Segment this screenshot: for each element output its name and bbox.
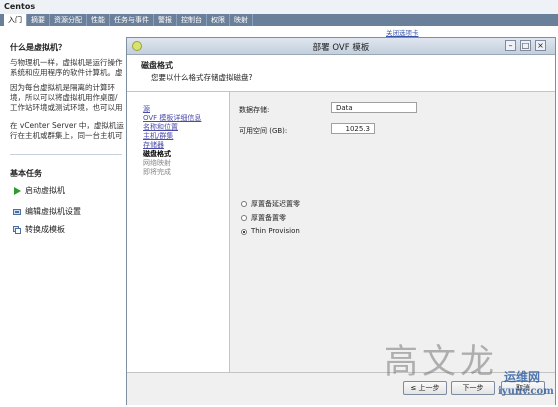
- intro-paragraph-2: 因为每台虚拟机是隔离的计算环境，所以可以将虚拟机用作桌面/工作站环境或测试环境，…: [10, 83, 123, 112]
- basic-tasks-heading: 基本任务: [10, 169, 42, 178]
- tab-getting-started[interactable]: 入门: [4, 14, 27, 26]
- radio-thick-lazy-label: 厚置备延迟置零: [251, 200, 300, 208]
- free-space-field: 1025.3: [331, 123, 375, 134]
- wizard-header: 磁盘格式 您要以什么格式存储虚拟磁盘?: [127, 55, 555, 92]
- tab-performance[interactable]: 性能: [87, 14, 110, 26]
- datastore-label: 数据存储:: [239, 106, 270, 114]
- play-icon: [14, 186, 21, 195]
- task-power-on-label: 启动虚拟机: [25, 186, 65, 195]
- intro-paragraph-3: 在 vCenter Server 中，虚拟机运行在主机或群集上，同一台主机可运行…: [10, 121, 124, 140]
- tab-summary[interactable]: 摘要: [27, 14, 50, 26]
- step-subtitle: 您要以什么格式存储虚拟磁盘?: [151, 73, 253, 82]
- tab-console[interactable]: 控制台: [177, 14, 207, 26]
- close-icon[interactable]: ×: [535, 40, 546, 51]
- section-divider: [10, 154, 122, 155]
- minimize-icon[interactable]: –: [505, 40, 516, 51]
- watermark-url: iyunv.com: [498, 386, 554, 397]
- dialog-title: 部署 OVF 模板: [312, 43, 370, 53]
- what-is-vm-heading: 什么是虚拟机？: [10, 43, 66, 52]
- back-button[interactable]: ≤ 上一步: [403, 381, 447, 395]
- template-icon: [13, 225, 21, 234]
- task-convert-template[interactable]: 转换成模板: [13, 224, 65, 235]
- free-space-label: 可用空间 (GB):: [239, 127, 288, 135]
- wizard-steps-nav: 源 OVF 模板详细信息 名称和位置 主机/群集 存储器 磁盘格式 网络映射 即…: [127, 92, 230, 372]
- watermark-author: 高文龙: [384, 342, 498, 382]
- edit-settings-icon: [13, 208, 21, 215]
- intro-paragraph-1: 与物理机一样，虚拟机是运行操作系统和应用程序的软件计算机。虚拟机上安装的操作系统…: [10, 58, 123, 77]
- tab-permissions[interactable]: 权限: [207, 14, 230, 26]
- tab-resource-allocation[interactable]: 资源分配: [50, 14, 87, 26]
- radio-thick-eager[interactable]: [241, 215, 247, 221]
- dialog-titlebar[interactable]: 部署 OVF 模板 – □ ×: [127, 38, 555, 55]
- radio-thin-provision-label: Thin Provision: [251, 227, 300, 235]
- step-title: 磁盘格式: [141, 61, 173, 70]
- disk-format-content: 数据存储: Data 可用空间 (GB): 1025.3 厚置备延迟置零 厚置备…: [231, 92, 554, 372]
- task-edit-settings[interactable]: 编辑虚拟机设置: [13, 206, 81, 217]
- task-edit-settings-label: 编辑虚拟机设置: [25, 207, 81, 216]
- tab-bar: 入门 摘要 资源分配 性能 任务与事件 警报 控制台 权限 映射: [0, 14, 558, 26]
- tab-tasks-events[interactable]: 任务与事件: [110, 14, 154, 26]
- watermark-site: 运维网: [504, 370, 541, 384]
- task-power-on[interactable]: 启动虚拟机: [13, 185, 65, 196]
- tab-maps[interactable]: 映射: [230, 14, 253, 26]
- task-convert-template-label: 转换成模板: [25, 225, 65, 234]
- radio-thick-eager-label: 厚置备置零: [251, 214, 286, 222]
- datastore-field: Data: [331, 102, 417, 113]
- maximize-icon[interactable]: □: [520, 40, 531, 51]
- tab-alarms[interactable]: 警报: [154, 14, 177, 26]
- next-button[interactable]: 下一步: [451, 381, 495, 395]
- vm-title: Centos: [0, 0, 558, 14]
- step-ready-to-complete: 即将完成: [143, 168, 171, 176]
- close-tab-link[interactable]: 关闭选项卡: [386, 27, 419, 37]
- radio-thick-lazy[interactable]: [241, 201, 247, 207]
- getting-started-panel: 什么是虚拟机？ 与物理机一样，虚拟机是运行操作系统和应用程序的软件计算机。虚拟机…: [0, 26, 126, 407]
- radio-thin-provision[interactable]: [241, 229, 247, 235]
